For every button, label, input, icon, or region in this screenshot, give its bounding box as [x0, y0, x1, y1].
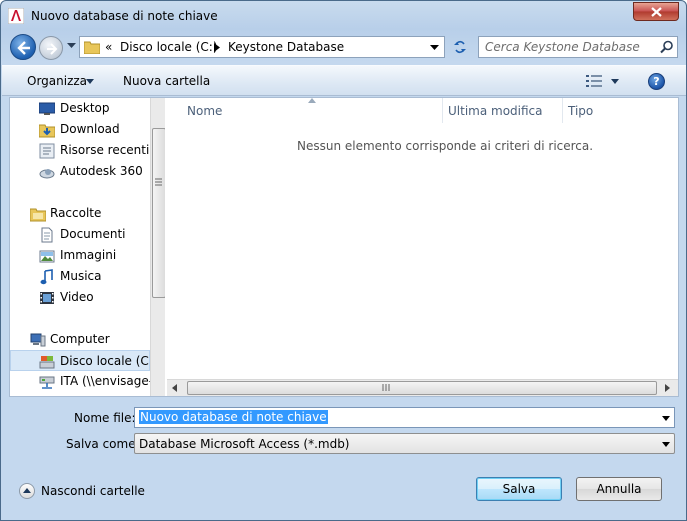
- filename-label: Nome file:: [74, 411, 136, 425]
- local-disk-icon: [39, 356, 55, 369]
- search-icon[interactable]: [660, 40, 674, 54]
- chevron-down-icon[interactable]: [662, 442, 670, 447]
- column-header-label: Tipo: [568, 104, 594, 118]
- arrow-left-icon: [17, 41, 30, 55]
- empty-results-message: Nessun elemento corrisponde ai criteri d…: [297, 139, 594, 153]
- sidebar-item-label: Disco locale (C:): [60, 354, 158, 368]
- sidebar-item-network-drive[interactable]: ITA (\\envisage-s: [10, 371, 159, 392]
- scroll-left-icon[interactable]: [172, 384, 177, 392]
- savetype-value: Database Microsoft Access (*.mdb): [139, 437, 350, 451]
- scrollbar-thumb[interactable]: [187, 381, 657, 395]
- sort-ascending-icon: [308, 98, 316, 103]
- file-list: Nome Ultima modifica Tipo Nessun element…: [167, 98, 678, 396]
- sidebar-item-desktop[interactable]: Desktop: [10, 98, 150, 119]
- navigation-pane-scrollbar[interactable]: [150, 98, 165, 396]
- address-bar[interactable]: « Disco locale (C:) Keystone Database: [79, 36, 445, 58]
- sidebar-item-label: Raccolte: [50, 206, 102, 220]
- address-segment-keystone[interactable]: Keystone Database: [228, 40, 344, 54]
- navigation-pane: Desktop Download Risorse recenti Autodes…: [10, 98, 165, 396]
- sidebar-item-video[interactable]: Video: [10, 287, 150, 308]
- recent-locations-dropdown-icon[interactable]: [67, 43, 76, 49]
- libraries-icon: [30, 208, 46, 222]
- sidebar-item-label: ITA (\\envisage-s: [60, 374, 160, 388]
- window-title: Nuovo database di note chiave: [31, 9, 218, 23]
- column-header-label: Nome: [187, 104, 223, 118]
- column-header-name[interactable]: Nome: [167, 98, 443, 123]
- sidebar-item-music[interactable]: Musica: [10, 266, 150, 287]
- folder-icon: [84, 41, 100, 54]
- chevron-down-icon[interactable]: [662, 416, 670, 421]
- video-icon: [40, 292, 54, 304]
- title-bar: Nuovo database di note chiave: [1, 1, 686, 31]
- change-view-icon[interactable]: [586, 74, 602, 88]
- sidebar-item-computer[interactable]: Computer: [10, 329, 150, 350]
- desktop-icon: [39, 102, 55, 115]
- save-button[interactable]: Salva: [476, 477, 562, 501]
- column-header-modified[interactable]: Ultima modifica: [443, 98, 563, 123]
- command-toolbar: Organizza Nuova cartella ?: [2, 65, 686, 96]
- filename-value: Nuovo database di note chiave: [139, 410, 328, 424]
- chevron-down-icon: [86, 79, 94, 84]
- savetype-label: Salva come:: [66, 437, 140, 451]
- address-segment-local-disk[interactable]: Disco locale (C:): [120, 40, 218, 54]
- sidebar-item-pictures[interactable]: Immagini: [10, 245, 150, 266]
- scroll-right-icon[interactable]: [665, 384, 670, 392]
- search-box[interactable]: Cerca Keystone Database: [478, 36, 678, 58]
- sidebar-item-documents[interactable]: Documenti: [10, 224, 150, 245]
- scrollbar-thumb[interactable]: [152, 128, 165, 298]
- search-placeholder: Cerca Keystone Database: [485, 40, 640, 54]
- sidebar-item-label: Video: [60, 290, 94, 304]
- savetype-select[interactable]: Database Microsoft Access (*.mdb): [134, 433, 675, 454]
- help-button[interactable]: ?: [648, 73, 665, 90]
- sidebar-item-label: Musica: [60, 269, 102, 283]
- address-dropdown-icon[interactable]: [430, 45, 439, 51]
- sidebar-item-label: Immagini: [60, 248, 117, 262]
- scrollbar-grip-icon: [382, 384, 390, 391]
- forward-button[interactable]: [39, 36, 63, 60]
- refresh-icon: [454, 40, 466, 54]
- pictures-icon: [39, 250, 55, 263]
- close-button[interactable]: [633, 2, 679, 21]
- sidebar-item-autodesk-360[interactable]: Autodesk 360: [10, 161, 150, 182]
- download-folder-icon: [39, 124, 55, 138]
- view-options-dropdown-icon[interactable]: [611, 79, 619, 84]
- network-drive-icon: [39, 376, 55, 389]
- address-overflow[interactable]: «: [105, 40, 112, 54]
- sidebar-item-libraries[interactable]: Raccolte: [10, 203, 150, 224]
- save-dialog-window: Nuovo database di note chiave « Disco lo…: [0, 0, 687, 521]
- new-folder-button[interactable]: Nuova cartella: [123, 74, 210, 88]
- navigation-bar: « Disco locale (C:) Keystone Database Ce…: [1, 31, 686, 63]
- sidebar-item-label: Computer: [50, 332, 110, 346]
- sidebar-item-label: Download: [60, 122, 120, 136]
- column-header-label: Ultima modifica: [448, 104, 543, 118]
- sidebar-item-label: Documenti: [60, 227, 126, 241]
- documents-icon: [41, 227, 53, 243]
- sidebar-item-download[interactable]: Download: [10, 119, 150, 140]
- refresh-button[interactable]: [447, 36, 473, 58]
- autocad-app-icon: [8, 8, 24, 24]
- back-button[interactable]: [10, 34, 36, 60]
- sidebar-item-local-disk[interactable]: Disco locale (C:): [10, 350, 158, 371]
- chevron-up-icon: [23, 488, 31, 493]
- recent-places-icon: [39, 143, 55, 159]
- close-icon: [651, 7, 662, 17]
- sidebar-item-label: Autodesk 360: [60, 164, 143, 178]
- file-list-horizontal-scrollbar[interactable]: [167, 379, 678, 396]
- column-header-type[interactable]: Tipo: [563, 98, 678, 123]
- sidebar-item-label: Desktop: [60, 101, 110, 115]
- computer-icon: [30, 333, 46, 347]
- cloud-icon: [39, 169, 55, 179]
- scrollbar-grip-icon: [155, 178, 162, 186]
- music-icon: [40, 269, 53, 285]
- chevron-right-icon[interactable]: [214, 43, 220, 52]
- sidebar-item-label: Risorse recenti: [60, 143, 150, 157]
- filename-input[interactable]: Nuovo database di note chiave: [134, 407, 675, 428]
- cancel-button[interactable]: Annulla: [576, 477, 662, 501]
- hide-folders-label: Nascondi cartelle: [41, 484, 145, 498]
- organize-button[interactable]: Organizza: [27, 74, 87, 88]
- browser-area: Desktop Download Risorse recenti Autodes…: [9, 97, 679, 397]
- sidebar-item-recent-places[interactable]: Risorse recenti: [10, 140, 150, 161]
- arrow-right-icon: [47, 43, 58, 55]
